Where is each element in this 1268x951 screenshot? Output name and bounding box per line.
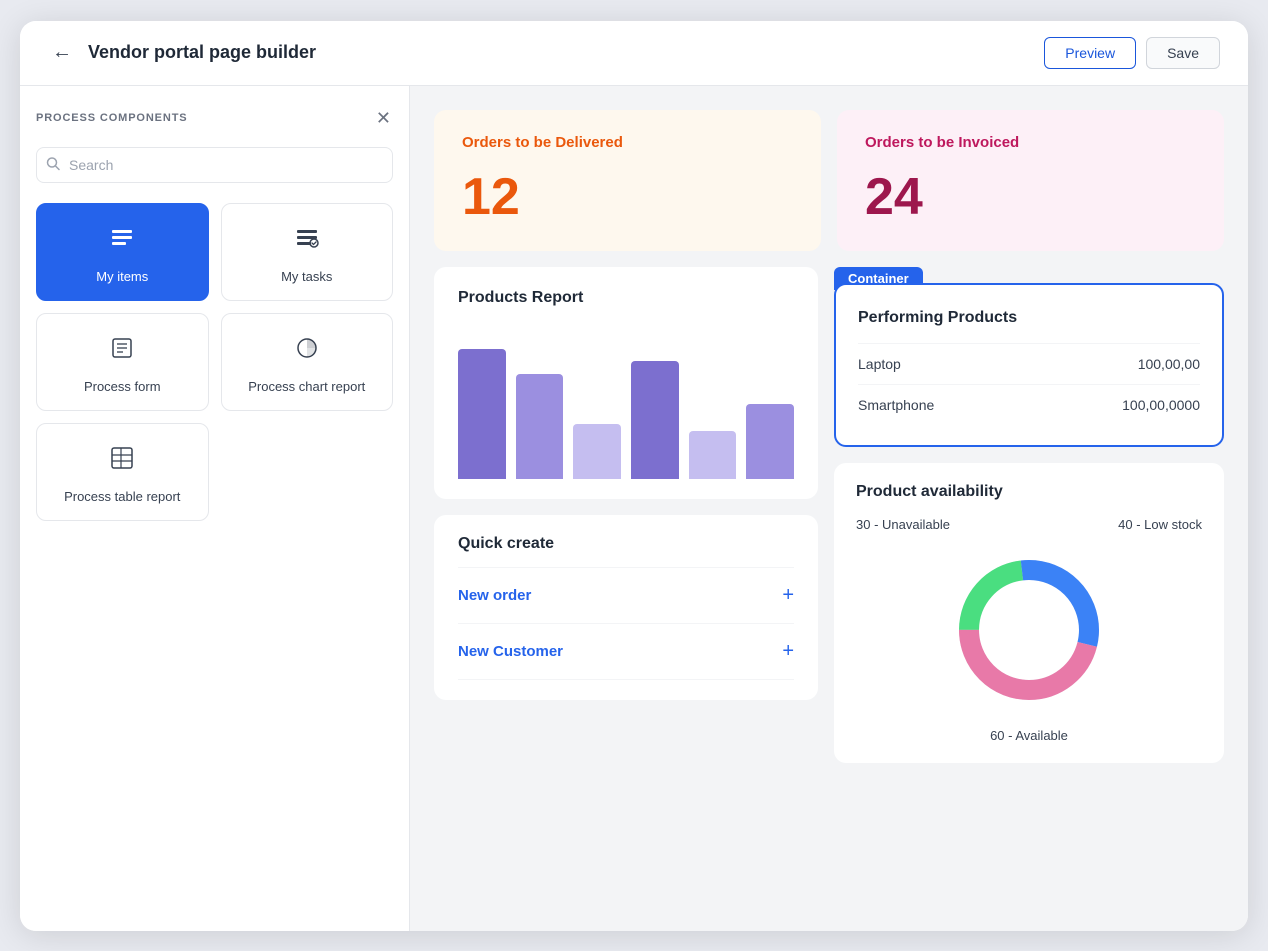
stat-card-invoiced-label: Orders to be Invoiced (865, 134, 1196, 151)
legend-unavailable: 30 - Unavailable (856, 517, 950, 532)
legend-low-stock: 40 - Low stock (1118, 517, 1202, 532)
bar (631, 361, 679, 479)
stat-card-delivered: Orders to be Delivered 12 (434, 110, 821, 251)
container-wrapper: Container Performing Products Laptop 100… (834, 283, 1224, 447)
component-grid: My items My tasks (36, 203, 393, 521)
right-col: Container Performing Products Laptop 100… (834, 267, 1224, 763)
container-title: Performing Products (858, 309, 1200, 327)
bar (689, 431, 737, 479)
canvas: Orders to be Delivered 12 Orders to be I… (410, 86, 1248, 931)
stat-card-invoiced: Orders to be Invoiced 24 (837, 110, 1224, 251)
my-items-label: My items (96, 269, 148, 284)
preview-button[interactable]: Preview (1044, 37, 1136, 69)
quick-create-new-customer[interactable]: New Customer + (458, 624, 794, 680)
component-process-form[interactable]: Process form (36, 313, 209, 411)
sidebar: PROCESS COMPONENTS ✕ (20, 86, 410, 931)
new-order-link: New order (458, 587, 531, 604)
availability-title: Product availability (856, 483, 1202, 501)
product-row-laptop: Laptop 100,00,00 (858, 343, 1200, 384)
product-name-smartphone: Smartphone (858, 397, 934, 413)
quick-create-title: Quick create (458, 535, 794, 568)
component-my-items[interactable]: My items (36, 203, 209, 301)
donut-chart (939, 540, 1119, 720)
component-process-chart-report[interactable]: Process chart report (221, 313, 394, 411)
header-left: ← Vendor portal page builder (48, 37, 316, 68)
process-form-icon (108, 334, 136, 369)
header-actions: Preview Save (1044, 37, 1220, 69)
stat-card-delivered-label: Orders to be Delivered (462, 134, 793, 151)
bar (516, 374, 564, 479)
new-customer-plus: + (782, 640, 794, 663)
process-form-label: Process form (84, 379, 161, 394)
process-chart-label: Process chart report (248, 379, 365, 394)
stat-cards-row: Orders to be Delivered 12 Orders to be I… (434, 110, 1224, 251)
search-icon (46, 156, 60, 173)
process-table-icon (108, 444, 136, 479)
sidebar-title: PROCESS COMPONENTS (36, 112, 188, 124)
sidebar-header: PROCESS COMPONENTS ✕ (36, 106, 393, 131)
page-title: Vendor portal page builder (88, 42, 316, 63)
donut-legends: 30 - Unavailable 40 - Low stock (856, 517, 1202, 532)
close-sidebar-button[interactable]: ✕ (374, 106, 393, 131)
main-content: PROCESS COMPONENTS ✕ (20, 86, 1248, 931)
my-tasks-label: My tasks (281, 269, 332, 284)
product-name-laptop: Laptop (858, 356, 901, 372)
container-card: Performing Products Laptop 100,00,00 Sma… (834, 283, 1224, 447)
report-row: Products Report Quick create New order +… (434, 267, 1224, 763)
bar (573, 424, 621, 479)
save-button[interactable]: Save (1146, 37, 1220, 69)
header: ← Vendor portal page builder Preview Sav… (20, 21, 1248, 86)
component-process-table-report[interactable]: Process table report (36, 423, 209, 521)
donut-container: 30 - Unavailable 40 - Low stock (856, 517, 1202, 743)
quick-create-new-order[interactable]: New order + (458, 568, 794, 624)
container-inner: Performing Products Laptop 100,00,00 Sma… (836, 289, 1222, 445)
product-value-laptop: 100,00,00 (1138, 356, 1200, 372)
component-my-tasks[interactable]: My tasks (221, 203, 394, 301)
new-customer-link: New Customer (458, 643, 563, 660)
products-report-card: Products Report (434, 267, 818, 499)
new-order-plus: + (782, 584, 794, 607)
left-col: Products Report Quick create New order +… (434, 267, 818, 700)
my-items-icon (108, 224, 136, 259)
process-table-label: Process table report (64, 489, 180, 504)
search-input[interactable] (36, 147, 393, 183)
products-report-title: Products Report (458, 289, 794, 307)
product-availability-card: Product availability 30 - Unavailable 40… (834, 463, 1224, 763)
quick-create-card: Quick create New order + New Customer + (434, 515, 818, 700)
my-tasks-icon (293, 224, 321, 259)
search-box (36, 147, 393, 183)
process-chart-icon (293, 334, 321, 369)
bar (458, 349, 506, 479)
back-button[interactable]: ← (48, 37, 76, 68)
product-value-smartphone: 100,00,0000 (1122, 397, 1200, 413)
product-row-smartphone: Smartphone 100,00,0000 (858, 384, 1200, 425)
bar (746, 404, 794, 479)
app-window: ← Vendor portal page builder Preview Sav… (20, 21, 1248, 931)
legend-available: 60 - Available (990, 728, 1068, 743)
stat-card-invoiced-value: 24 (865, 167, 1196, 227)
stat-card-delivered-value: 12 (462, 167, 793, 227)
bar-chart (458, 323, 794, 483)
